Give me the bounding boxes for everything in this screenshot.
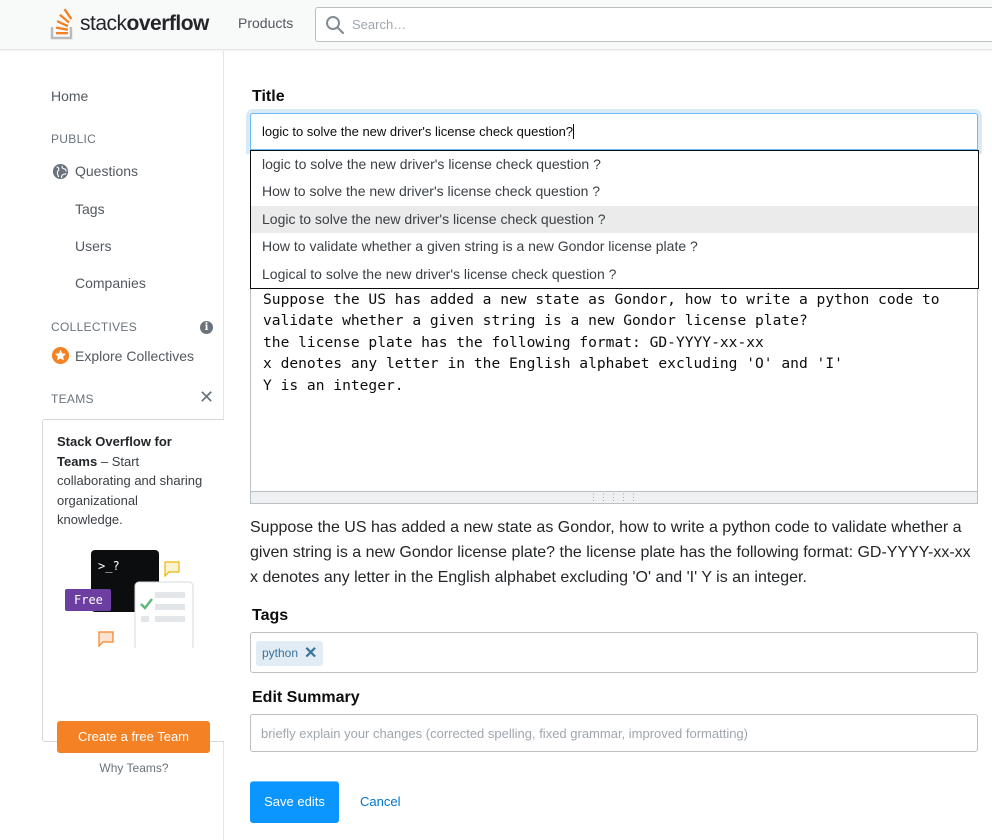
tags-label: Tags bbox=[252, 607, 289, 624]
public-heading: PUBLIC bbox=[51, 132, 97, 146]
teams-illustration: >_? Free bbox=[65, 550, 194, 648]
body-preview: Suppose the US has added a new state as … bbox=[250, 519, 971, 586]
search-box[interactable]: Search… bbox=[315, 7, 992, 42]
resize-grip[interactable]: ⋮⋮⋮⋮⋮ bbox=[250, 492, 978, 504]
title-input[interactable]: logic to solve the new driver's license … bbox=[250, 113, 978, 150]
teams-promo: Stack Overflow for Teams – Start collabo… bbox=[42, 419, 224, 775]
top-bar: stackoverflow Products Search… bbox=[0, 0, 992, 50]
suggestion-item[interactable]: How to validate whether a given string i… bbox=[251, 233, 978, 260]
save-edits-button[interactable]: Save edits bbox=[250, 781, 339, 823]
body-line: validate whether a given string is a new… bbox=[263, 312, 808, 330]
suggestion-item[interactable]: How to solve the new driver's license ch… bbox=[251, 178, 978, 205]
logo-text-bold: overflow bbox=[126, 12, 210, 35]
title-label: Title bbox=[252, 88, 285, 105]
cancel-link[interactable]: Cancel bbox=[360, 794, 400, 809]
free-badge-text: Free bbox=[74, 593, 103, 607]
nav-explore-collectives[interactable]: Explore Collectives bbox=[75, 348, 194, 364]
teams-promo-text: Stack Overflow for Teams – Start collabo… bbox=[57, 432, 207, 530]
body-line: the license plate has the following form… bbox=[263, 333, 764, 351]
collectives-star-icon bbox=[51, 346, 70, 365]
text-caret bbox=[573, 124, 575, 139]
why-teams-link[interactable]: Why Teams? bbox=[43, 761, 225, 775]
products-menu[interactable]: Products bbox=[238, 15, 293, 31]
nav-tags[interactable]: Tags bbox=[75, 201, 105, 217]
body-editor[interactable]: Suppose the US has added a new state as … bbox=[250, 289, 978, 492]
nav-users[interactable]: Users bbox=[75, 238, 112, 254]
stackoverflow-logo[interactable]: stackoverflow bbox=[50, 6, 209, 42]
body-editor-text: Suppose the US has added a new state as … bbox=[263, 289, 940, 396]
info-icon[interactable]: i bbox=[200, 321, 213, 334]
edit-summary-input[interactable]: briefly explain your changes (corrected … bbox=[250, 714, 978, 752]
tags-input[interactable]: python ✕ bbox=[250, 632, 978, 673]
suggestion-item[interactable]: Logical to solve the new driver's licens… bbox=[251, 261, 978, 288]
close-icon[interactable]: ✕ bbox=[199, 388, 214, 406]
create-free-team-button[interactable]: Create a free Team bbox=[57, 721, 210, 753]
title-suggestions-dropdown: logic to solve the new driver's license … bbox=[250, 150, 979, 289]
illustration-prompt: >_? bbox=[98, 559, 120, 573]
left-sidebar: Home PUBLIC Questions Tags Users Compani… bbox=[0, 51, 224, 840]
collectives-heading: COLLECTIVES bbox=[51, 320, 137, 334]
tag-label: python bbox=[262, 646, 299, 660]
body-line: x denotes any letter in the English alph… bbox=[263, 355, 843, 373]
globe-icon bbox=[52, 163, 69, 180]
stackoverflow-icon bbox=[50, 8, 73, 40]
nav-companies[interactable]: Companies bbox=[75, 275, 146, 291]
suggestion-item-highlighted[interactable]: Logic to solve the new driver's license … bbox=[251, 205, 978, 234]
logo-text: stackoverflow bbox=[80, 12, 209, 36]
remove-tag-icon[interactable]: ✕ bbox=[304, 641, 317, 666]
body-line: Suppose the US has added a new state as … bbox=[263, 291, 940, 308]
suggestion-item[interactable]: logic to solve the new driver's license … bbox=[251, 151, 978, 178]
search-input[interactable]: Search… bbox=[352, 17, 406, 32]
search-icon bbox=[326, 16, 345, 35]
edit-summary-label: Edit Summary bbox=[252, 689, 360, 706]
teams-heading: TEAMS bbox=[51, 392, 94, 406]
logo-text-light: stack bbox=[80, 12, 127, 35]
body-line: Y is an integer. bbox=[263, 376, 404, 394]
nav-home[interactable]: Home bbox=[51, 88, 88, 104]
tag-python[interactable]: python ✕ bbox=[256, 641, 324, 666]
title-input-value: logic to solve the new driver's license … bbox=[262, 124, 574, 139]
nav-questions[interactable]: Questions bbox=[75, 163, 138, 179]
